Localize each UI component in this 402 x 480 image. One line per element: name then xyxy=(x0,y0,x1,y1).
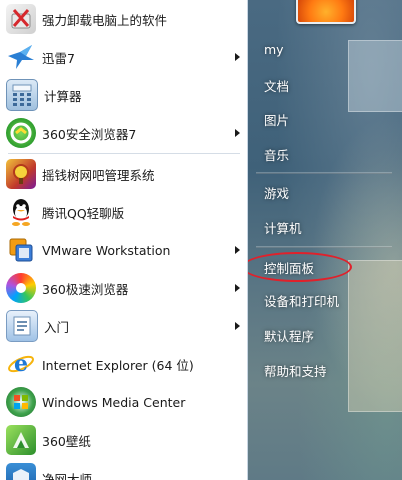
place-label: 设备和打印机 xyxy=(264,293,340,309)
place-label: 图片 xyxy=(264,112,290,128)
program-item-money-tree[interactable]: 摇钱树网吧管理系统 xyxy=(0,155,248,193)
divider xyxy=(256,172,392,174)
program-item-360-browser[interactable]: 360安全浏览器7 xyxy=(0,114,248,152)
program-label: VMware Workstation xyxy=(42,242,171,258)
calculator-icon xyxy=(6,79,38,111)
submenu-arrow-icon[interactable] xyxy=(235,53,240,61)
place-games[interactable]: 游戏 xyxy=(256,178,396,206)
program-label: 入门 xyxy=(44,319,70,335)
program-item-jingwang[interactable]: 净网大师 xyxy=(0,459,248,480)
program-label: 迅雷7 xyxy=(42,50,75,66)
svg-text:e: e xyxy=(14,351,28,377)
program-label: 净网大师 xyxy=(42,471,93,480)
program-label: 计算器 xyxy=(44,88,82,104)
program-label: Internet Explorer (64 位) xyxy=(42,357,194,373)
uninstall-icon xyxy=(6,4,36,34)
place-label: 音乐 xyxy=(264,147,290,163)
program-label: 360壁纸 xyxy=(42,433,91,449)
program-item-internet-explorer[interactable]: e Internet Explorer (64 位) xyxy=(0,345,248,383)
360-browser-icon xyxy=(6,118,36,148)
qq-penguin-icon xyxy=(6,197,36,227)
place-label: 文档 xyxy=(264,78,290,94)
program-label: 360安全浏览器7 xyxy=(42,126,137,142)
internet-explorer-icon: e xyxy=(6,349,36,379)
program-item-uninstaller[interactable]: 强力卸载电脑上的软件 xyxy=(0,0,248,38)
place-label: 默认程序 xyxy=(264,328,315,344)
program-label: 摇钱树网吧管理系统 xyxy=(42,167,155,183)
divider xyxy=(8,153,240,154)
money-tree-icon xyxy=(6,159,36,189)
xunlei-bird-icon xyxy=(6,42,36,72)
place-music[interactable]: 音乐 xyxy=(256,140,396,168)
place-documents[interactable]: 文档 xyxy=(256,71,396,99)
place-label: 帮助和支持 xyxy=(264,363,327,379)
place-computer[interactable]: 计算机 xyxy=(256,213,396,241)
jingwang-icon xyxy=(6,463,36,480)
place-devices-and-printers[interactable]: 设备和打印机 xyxy=(256,286,396,314)
program-label: 360极速浏览器 xyxy=(42,281,129,297)
place-label: 游戏 xyxy=(264,185,290,201)
submenu-arrow-icon[interactable] xyxy=(235,284,240,292)
program-list: 强力卸载电脑上的软件 迅雷7 计算器 360安全浏览器7 摇钱树网吧管理系统 腾… xyxy=(0,0,248,480)
program-item-media-center[interactable]: Windows Media Center xyxy=(0,383,248,421)
user-picture-icon[interactable] xyxy=(296,0,356,24)
place-help-and-support[interactable]: 帮助和支持 xyxy=(256,356,396,384)
program-item-xunlei[interactable]: 迅雷7 xyxy=(0,38,248,76)
360-speed-browser-icon xyxy=(6,273,36,303)
program-item-calculator[interactable]: 计算器 xyxy=(0,76,248,114)
submenu-arrow-icon[interactable] xyxy=(235,129,240,137)
360-wallpaper-icon xyxy=(6,425,36,455)
program-item-getting-started[interactable]: 入门 xyxy=(0,307,248,345)
vmware-icon xyxy=(6,235,36,265)
getting-started-icon xyxy=(6,310,38,342)
program-label: 强力卸载电脑上的软件 xyxy=(42,12,168,28)
place-default-programs[interactable]: 默认程序 xyxy=(256,321,396,349)
program-item-360-speed-browser[interactable]: 360极速浏览器 xyxy=(0,269,248,307)
place-pictures[interactable]: 图片 xyxy=(256,105,396,133)
media-center-icon xyxy=(6,387,36,417)
program-label: 腾讯QQ轻聊版 xyxy=(42,205,125,221)
program-label: Windows Media Center xyxy=(42,394,186,410)
place-label: 计算机 xyxy=(264,220,302,236)
place-user-folder[interactable]: my xyxy=(256,35,396,63)
start-menu: 强力卸载电脑上的软件 迅雷7 计算器 360安全浏览器7 摇钱树网吧管理系统 腾… xyxy=(0,0,402,480)
place-label: my xyxy=(264,41,284,57)
divider xyxy=(256,246,392,248)
program-item-vmware[interactable]: VMware Workstation xyxy=(0,231,248,269)
program-item-360-wallpaper[interactable]: 360壁纸 xyxy=(0,421,248,459)
submenu-arrow-icon[interactable] xyxy=(235,322,240,330)
submenu-arrow-icon[interactable] xyxy=(235,246,240,254)
program-item-qq[interactable]: 腾讯QQ轻聊版 xyxy=(0,193,248,231)
places-pane: my 文档 图片 音乐 游戏 计算机 控制面板 设备和打印机 默认程序 帮助和支… xyxy=(248,0,402,480)
